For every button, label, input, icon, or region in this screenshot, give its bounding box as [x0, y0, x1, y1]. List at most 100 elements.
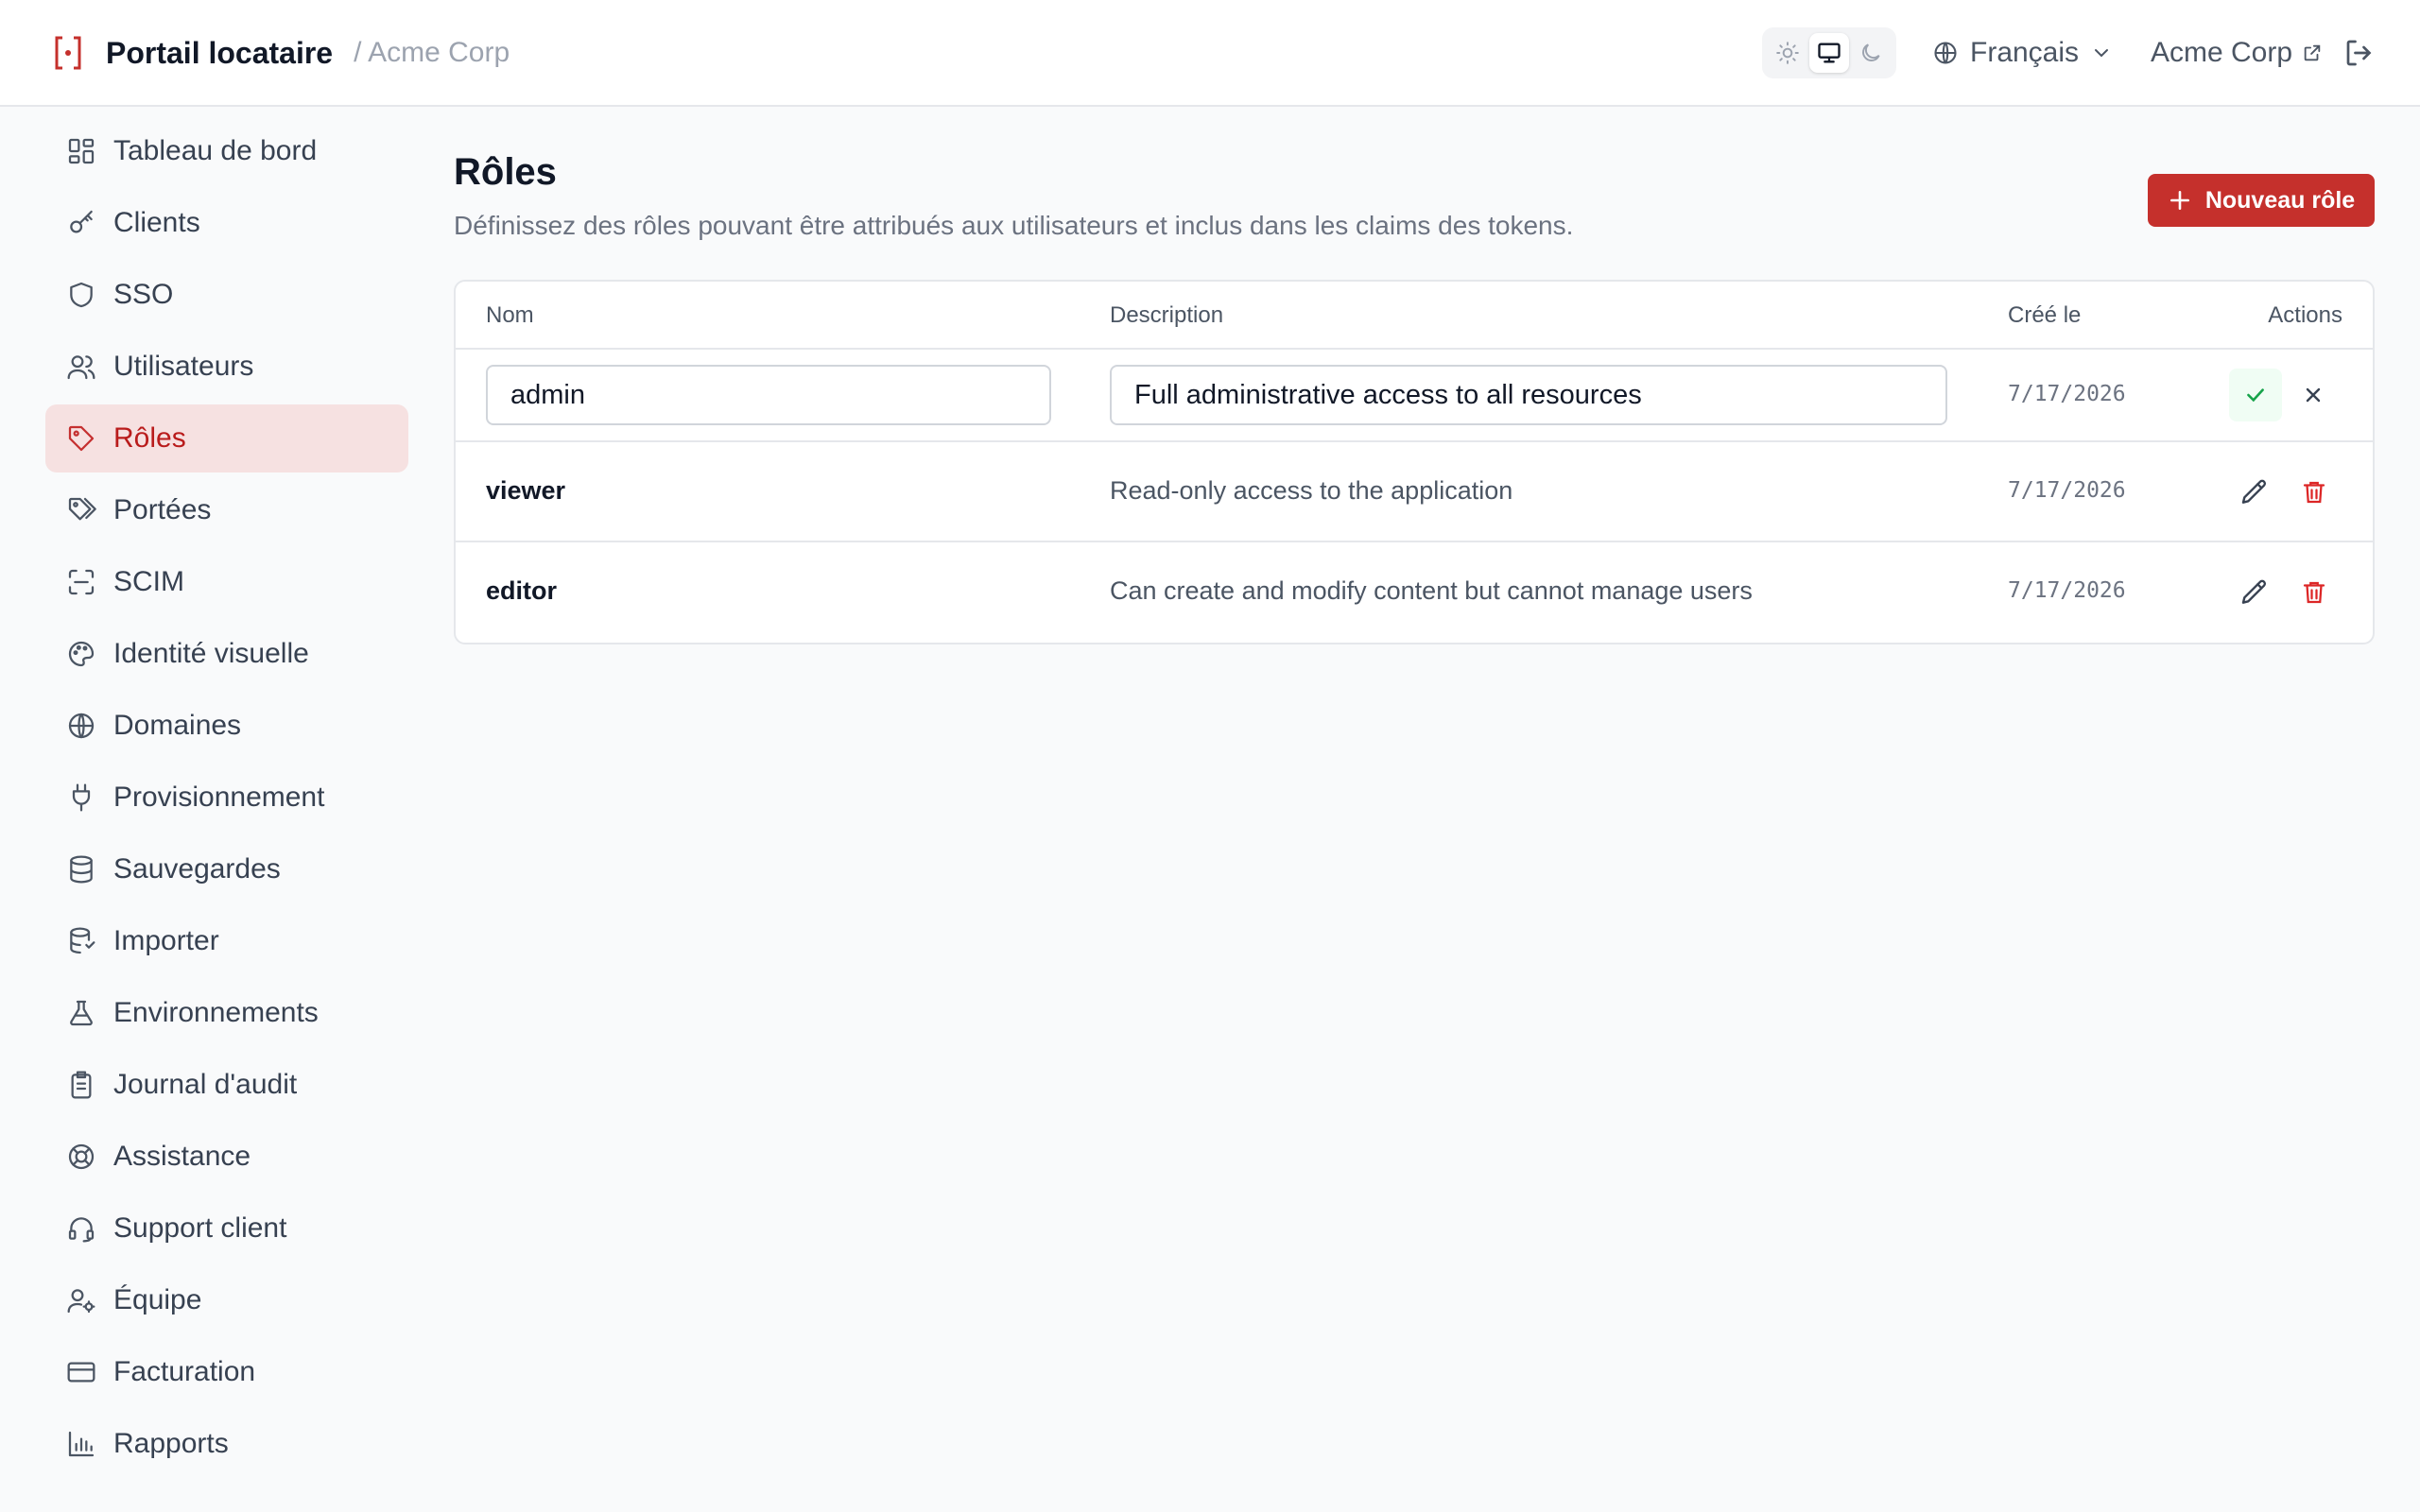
language-label: Français — [1970, 37, 2080, 68]
bar-chart-icon — [66, 1429, 96, 1459]
close-icon — [2302, 384, 2325, 406]
sidebar-item-assistance[interactable]: Assistance — [45, 1123, 408, 1191]
sidebar-item-clients[interactable]: Clients — [45, 189, 408, 257]
sidebar-item-label: Rôles — [113, 422, 186, 454]
flask-icon — [66, 998, 96, 1028]
edit-role-button[interactable] — [2231, 469, 2278, 516]
clipboard-icon — [66, 1070, 96, 1100]
brand[interactable]: Portail locataire / Acme Corp — [49, 32, 510, 74]
chevron-down-icon — [2090, 42, 2113, 64]
main-content: Rôles Définissez des rôles pouvant être … — [454, 151, 2375, 644]
delete-role-button[interactable] — [2290, 469, 2338, 516]
sidebar-item-label: Importer — [113, 925, 219, 956]
sidebar-nav: Tableau de bord Clients SSO Utilisateurs Rôl… — [45, 117, 408, 1482]
database-import-icon — [66, 926, 96, 956]
breadcrumb: / Acme Corp — [354, 37, 510, 68]
role-name: editor — [486, 576, 558, 605]
sidebar-item-label: Clients — [113, 207, 200, 238]
sidebar-item-equipe[interactable]: Équipe — [45, 1266, 408, 1334]
sidebar-item-rapports[interactable]: Rapports — [45, 1410, 408, 1478]
shield-icon — [66, 280, 96, 310]
sidebar-item-facturation[interactable]: Facturation — [45, 1338, 408, 1406]
sidebar-item-label: Facturation — [113, 1356, 256, 1387]
sidebar-item-label: SCIM — [113, 566, 184, 597]
page-description: Définissez des rôles pouvant être attrib… — [454, 211, 1574, 240]
plus-icon — [2168, 188, 2192, 213]
table-row: editor Can create and modify content but… — [456, 542, 2373, 643]
sidebar-item-environnements[interactable]: Environnements — [45, 979, 408, 1047]
database-icon — [66, 854, 96, 885]
sidebar-item-roles[interactable]: Rôles — [45, 404, 408, 472]
theme-dark-button[interactable] — [1851, 33, 1891, 73]
created-date: 7/17/2026 — [2008, 382, 2126, 406]
table-row: viewer Read-only access to the applicati… — [456, 442, 2373, 542]
column-created-header: Créé le — [2008, 302, 2082, 328]
sidebar-item-portees[interactable]: Portées — [45, 476, 408, 544]
top-header: Portail locataire / Acme Corp Français A… — [0, 0, 2420, 107]
sidebar-item-label: Identité visuelle — [113, 638, 309, 669]
dashboard-icon — [66, 136, 96, 166]
sidebar-item-importer[interactable]: Importer — [45, 907, 408, 975]
logout-icon — [2342, 36, 2377, 70]
created-date: 7/17/2026 — [2008, 578, 2126, 603]
sidebar-item-label: Sauvegardes — [113, 853, 281, 885]
organization-link[interactable]: Acme Corp — [2151, 32, 2323, 74]
confirm-edit-button[interactable] — [2229, 369, 2282, 421]
language-selector[interactable]: Français — [1932, 32, 2113, 74]
sidebar-item-label: Rapports — [113, 1428, 229, 1459]
sidebar-item-scim[interactable]: SCIM — [45, 548, 408, 616]
sidebar-item-tableau-de-bord[interactable]: Tableau de bord — [45, 117, 408, 185]
column-description-header: Description — [1110, 302, 1224, 328]
sidebar-item-label: Équipe — [113, 1284, 202, 1315]
sidebar-item-provisionnement[interactable]: Provisionnement — [45, 764, 408, 832]
pencil-icon — [2239, 477, 2270, 507]
column-name-header: Nom — [486, 302, 534, 328]
sidebar-item-utilisateurs[interactable]: Utilisateurs — [45, 333, 408, 401]
trash-icon — [2300, 478, 2328, 507]
app-title: Portail locataire — [106, 35, 334, 70]
theme-system-button[interactable] — [1809, 33, 1849, 73]
globe-icon — [66, 711, 96, 741]
sidebar-item-support-client[interactable]: Support client — [45, 1194, 408, 1263]
headset-icon — [66, 1213, 96, 1244]
sidebar-item-label: Environnements — [113, 997, 319, 1028]
sidebar-item-sauvegardes[interactable]: Sauvegardes — [45, 835, 408, 903]
sidebar-item-journal-d-audit[interactable]: Journal d'audit — [45, 1051, 408, 1119]
created-date: 7/17/2026 — [2008, 478, 2126, 503]
sidebar-item-label: Journal d'audit — [113, 1069, 298, 1100]
edit-role-button[interactable] — [2231, 569, 2278, 616]
check-icon — [2243, 383, 2268, 407]
sidebar-item-identite-visuelle[interactable]: Identité visuelle — [45, 620, 408, 688]
organization-label: Acme Corp — [2151, 37, 2293, 68]
table-row: 7/17/2026 — [456, 350, 2373, 442]
monitor-icon — [1816, 40, 1842, 66]
user-cog-icon — [66, 1285, 96, 1315]
new-role-button[interactable]: Nouveau rôle — [2148, 174, 2375, 227]
role-name-input[interactable] — [486, 365, 1051, 425]
sidebar-item-label: Provisionnement — [113, 782, 325, 813]
sidebar-item-label: SSO — [113, 279, 174, 310]
new-role-label: Nouveau rôle — [2204, 186, 2356, 214]
users-icon — [66, 352, 96, 382]
role-description: Can create and modify content but cannot… — [1110, 576, 1753, 605]
role-description-input[interactable] — [1110, 365, 1947, 425]
brand-logo-icon — [49, 32, 87, 74]
role-name: viewer — [486, 476, 566, 505]
sidebar-item-domaines[interactable]: Domaines — [45, 692, 408, 760]
sidebar-item-label: Support client — [113, 1212, 287, 1244]
cancel-edit-button[interactable] — [2290, 371, 2337, 419]
trash-icon — [2300, 578, 2328, 607]
sidebar-item-label: Domaines — [113, 710, 242, 741]
sidebar-item-sso[interactable]: SSO — [45, 261, 408, 329]
theme-light-button[interactable] — [1768, 33, 1807, 73]
delete-role-button[interactable] — [2290, 569, 2338, 616]
key-icon — [66, 208, 96, 238]
pencil-icon — [2239, 577, 2270, 608]
tag-icon — [66, 423, 96, 454]
plug-icon — [66, 782, 96, 813]
logout-button[interactable] — [2342, 36, 2377, 70]
sun-icon — [1775, 41, 1800, 65]
sidebar-item-label: Portées — [113, 494, 212, 525]
theme-switcher — [1762, 27, 1896, 78]
external-link-icon — [2302, 43, 2323, 63]
